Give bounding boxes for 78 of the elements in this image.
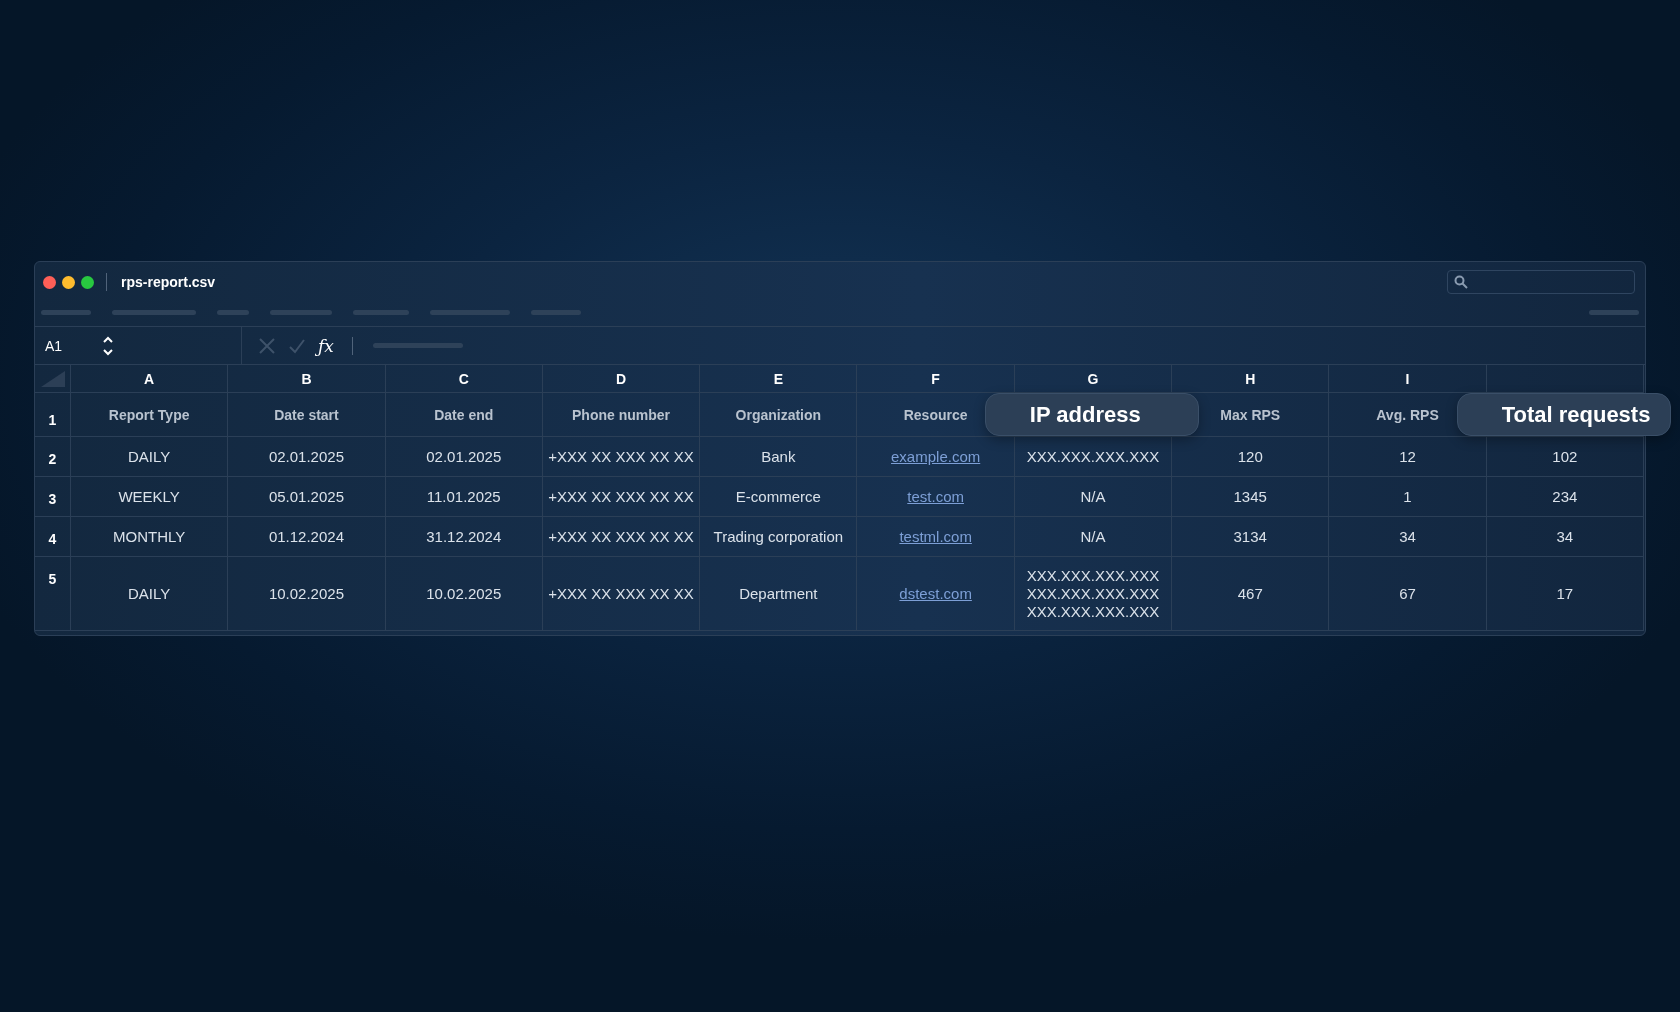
table-cell: 12 bbox=[1399, 447, 1416, 466]
table-cell: E-commerce bbox=[735, 487, 821, 506]
column-header[interactable]: A bbox=[144, 370, 155, 387]
maximize-button[interactable] bbox=[81, 275, 94, 289]
table-cell: MONTHLY bbox=[113, 527, 186, 546]
header-cell: Report Type bbox=[108, 406, 190, 423]
window-title: rps-report.csv bbox=[121, 274, 217, 290]
table-cell: 31.12.2024 bbox=[426, 527, 502, 546]
search-field[interactable] bbox=[1447, 270, 1635, 294]
row-number[interactable]: 4 bbox=[48, 531, 57, 547]
table-cell: 67 bbox=[1399, 584, 1416, 603]
table-cell: 01.12.2024 bbox=[268, 527, 344, 546]
table-cell: DAILY bbox=[128, 584, 171, 603]
menu-placeholder-bar bbox=[1589, 309, 1639, 315]
column-header[interactable]: D bbox=[615, 370, 627, 387]
table-cell: +XXX XX XXX XX XX bbox=[548, 487, 694, 506]
table-cell: Department bbox=[739, 584, 818, 603]
table-cell: N/A bbox=[1080, 527, 1106, 546]
table-cell: Trading corporation bbox=[713, 527, 844, 546]
table-cell: +XXX XX XXX XX XX bbox=[548, 584, 694, 603]
header-cell: Phone number bbox=[572, 406, 671, 423]
table-cell: N/A bbox=[1080, 487, 1106, 506]
table-cell: 34 bbox=[1556, 527, 1574, 546]
menu-placeholder-bar bbox=[41, 309, 91, 315]
column-header[interactable]: I bbox=[1405, 370, 1410, 387]
menu-placeholder-bar bbox=[531, 309, 581, 315]
column-header[interactable]: H bbox=[1245, 370, 1256, 387]
minimize-button[interactable] bbox=[62, 275, 75, 289]
link[interactable]: example.com bbox=[891, 448, 981, 465]
header-cell: Date start bbox=[274, 406, 339, 423]
row-number[interactable]: 3 bbox=[48, 491, 57, 507]
header-cell: Organization bbox=[735, 406, 822, 423]
column-header[interactable]: E bbox=[773, 370, 783, 387]
table-cell: 1 bbox=[1403, 487, 1412, 506]
stepper-icon[interactable] bbox=[102, 334, 115, 357]
header-cell: Resource bbox=[903, 406, 968, 423]
table-cell: XXX.XXX.XXX.XXX XXX.XXX.XXX.XXX XXX.XXX.XXX.XXX bbox=[1026, 566, 1160, 621]
row-number[interactable]: 2 bbox=[48, 451, 57, 467]
table-cell: +XXX XX XXX XX XX bbox=[548, 527, 694, 546]
table-cell: 234 bbox=[1552, 487, 1578, 506]
table-cell: 10.02.2025 bbox=[268, 584, 344, 603]
link[interactable]: dstest.com bbox=[899, 585, 972, 602]
column-header[interactable]: B bbox=[301, 370, 312, 387]
menu-placeholder-bar bbox=[217, 309, 249, 315]
header-cell: Max RPS bbox=[1220, 406, 1281, 423]
header-cell: Date end bbox=[434, 406, 494, 423]
table-cell: 10.02.2025 bbox=[426, 584, 502, 603]
column-header[interactable]: C bbox=[458, 370, 469, 387]
table-cell: 17 bbox=[1556, 584, 1574, 603]
table-cell: 05.01.2025 bbox=[268, 487, 344, 506]
row-number[interactable]: 1 bbox=[48, 411, 57, 428]
column-header[interactable]: F bbox=[931, 370, 940, 387]
table-cell: +XXX XX XXX XX XX bbox=[548, 447, 694, 466]
search-icon bbox=[1454, 275, 1468, 289]
column-callout: Total requests bbox=[1456, 393, 1671, 436]
link[interactable]: test.com bbox=[907, 488, 964, 505]
table-cell: 02.01.2025 bbox=[426, 447, 502, 466]
table-cell: 02.01.2025 bbox=[268, 447, 344, 466]
column-callout: IP address bbox=[984, 393, 1199, 436]
table-cell: DAILY bbox=[128, 447, 171, 466]
table-cell: WEEKLY bbox=[118, 487, 180, 506]
menu-placeholder-bar bbox=[270, 309, 332, 315]
row-number[interactable]: 5 bbox=[48, 571, 57, 587]
table-cell: 120 bbox=[1237, 447, 1263, 466]
table-cell: 34 bbox=[1399, 527, 1416, 546]
table-cell: 467 bbox=[1237, 584, 1263, 603]
table-cell: 1345 bbox=[1233, 487, 1267, 506]
table-cell: 11.01.2025 bbox=[426, 487, 501, 506]
link[interactable]: testml.com bbox=[899, 528, 972, 545]
menu-placeholder-bar bbox=[353, 309, 409, 315]
table-cell: XXX.XXX.XXX.XXX bbox=[1026, 447, 1160, 466]
table-cell: 102 bbox=[1552, 447, 1578, 466]
cell-reference: A1 bbox=[45, 337, 63, 354]
close-button[interactable] bbox=[43, 275, 56, 289]
table-cell: Bank bbox=[761, 447, 796, 466]
header-cell: Avg. RPS bbox=[1376, 406, 1439, 423]
table-cell: 3134 bbox=[1233, 527, 1267, 546]
column-header[interactable]: G bbox=[1087, 370, 1099, 387]
